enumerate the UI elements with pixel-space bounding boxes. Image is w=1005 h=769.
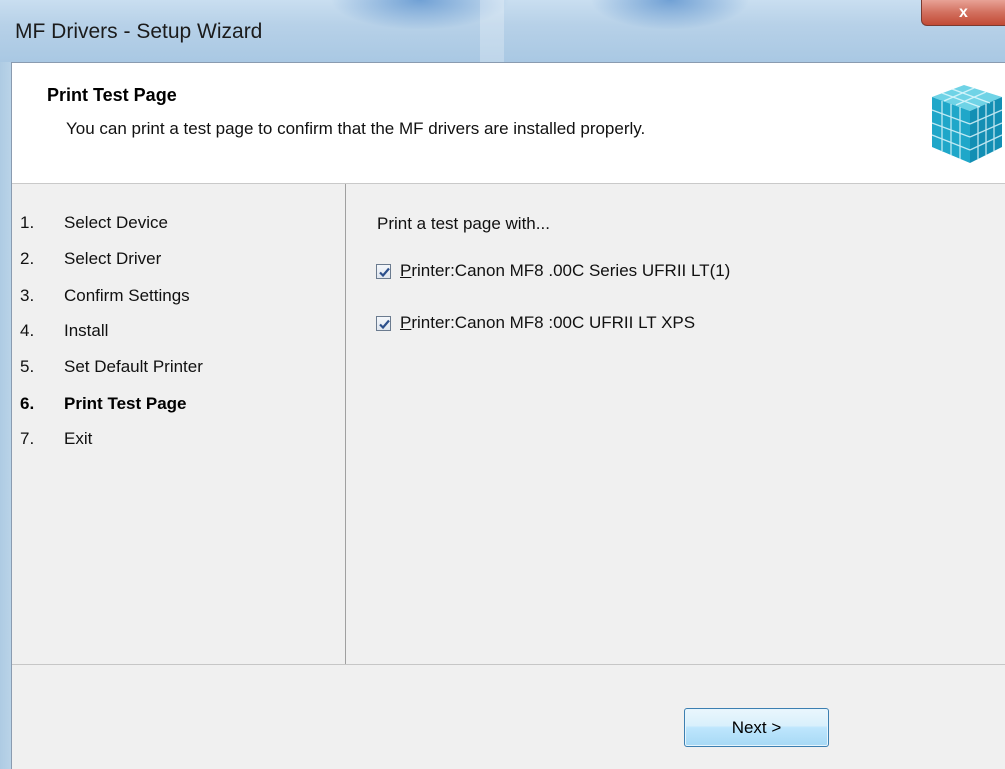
step-item: 5. Set Default Printer <box>20 357 203 377</box>
step-number: 4. <box>20 321 35 340</box>
footer-divider <box>12 664 1005 665</box>
checkmark-icon <box>379 267 390 277</box>
page-title: Print Test Page <box>47 85 177 105</box>
next-button[interactable]: Next > <box>684 708 829 747</box>
step-label: Set Default Printer <box>64 357 203 376</box>
step-number: 7. <box>20 429 35 448</box>
page-description: You can print a test page to confirm tha… <box>66 119 646 138</box>
window-title: MF Drivers - Setup Wizard <box>15 20 263 43</box>
step-item: 4. Install <box>20 321 108 341</box>
close-button[interactable]: x <box>921 0 1005 26</box>
cube-icon <box>931 85 1003 163</box>
checkbox[interactable] <box>376 315 391 331</box>
step-item: 1. Select Device <box>20 213 168 233</box>
close-icon: x <box>959 3 968 21</box>
steps-panel: 1. Select Device 2. Select Driver 3. Con… <box>12 184 346 664</box>
printer-label: Printer:Canon MF8 :00C UFRII LT XPS <box>400 313 695 333</box>
printer-label-mnemonic: P <box>400 261 412 280</box>
step-label: Print Test Page <box>64 394 187 413</box>
wizard-header: Print Test Page You can print a test pag… <box>12 63 1005 184</box>
titlebar-glow <box>590 0 750 30</box>
step-number: 5. <box>20 357 35 376</box>
step-number: 2. <box>20 249 35 268</box>
step-label: Install <box>64 321 109 340</box>
printer-checkbox-row[interactable]: Printer:Canon MF8 :00C UFRII LT XPS <box>376 313 695 333</box>
step-number: 3. <box>20 286 35 305</box>
printer-label-text: rinter:Canon MF8 .00C Series UFRII LT(1) <box>411 261 731 280</box>
window-frame <box>0 62 11 769</box>
checkbox[interactable] <box>376 263 391 279</box>
step-label: Select Driver <box>64 249 162 268</box>
step-label: Select Device <box>64 213 168 232</box>
step-item-active: 6. Print Test Page <box>20 394 187 414</box>
wizard-client-area: Print Test Page You can print a test pag… <box>11 62 1005 769</box>
printer-label-text: rinter:Canon MF8 :00C UFRII LT XPS <box>411 313 696 332</box>
step-label: Exit <box>64 429 93 448</box>
printer-checkbox-row[interactable]: Printer:Canon MF8 .00C Series UFRII LT(1… <box>376 261 730 281</box>
printer-label: Printer:Canon MF8 .00C Series UFRII LT(1… <box>400 261 730 281</box>
printer-label-mnemonic: P <box>400 313 412 332</box>
title-bar: MF Drivers - Setup Wizard x <box>0 0 1005 62</box>
checkmark-icon <box>379 319 390 329</box>
print-prompt: Print a test page with... <box>377 214 550 233</box>
step-item: 7. Exit <box>20 429 92 449</box>
step-number: 6. <box>20 394 35 413</box>
step-label: Confirm Settings <box>64 286 190 305</box>
titlebar-streak <box>480 0 504 62</box>
step-item: 2. Select Driver <box>20 249 161 269</box>
step-item: 3. Confirm Settings <box>20 286 190 306</box>
step-number: 1. <box>20 213 35 232</box>
